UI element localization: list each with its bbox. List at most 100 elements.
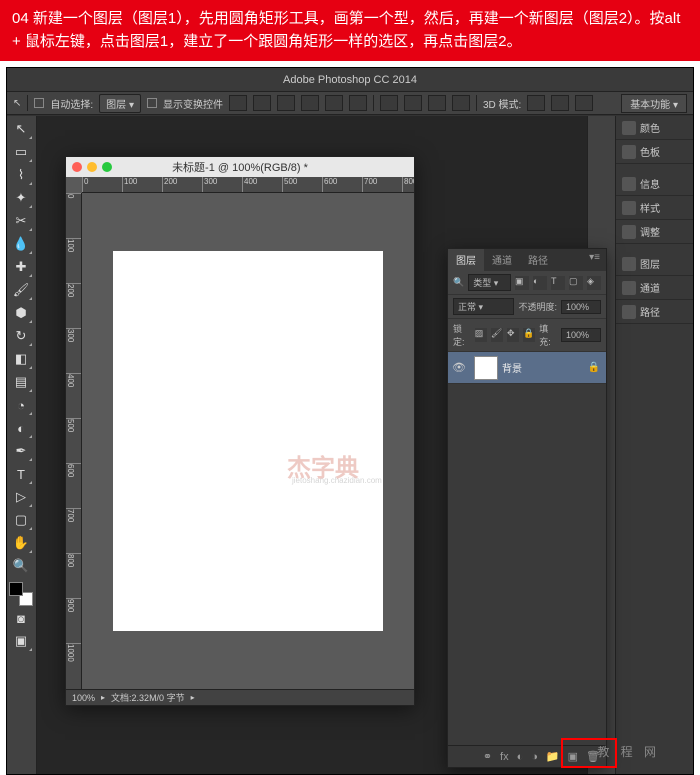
align-icon[interactable] xyxy=(253,95,271,111)
document-statusbar: 100% ▸ 文档:2.32M/0 字节 ▸ xyxy=(66,689,414,705)
quick-mask-toggle[interactable]: ◙ xyxy=(9,607,33,629)
tab-channels[interactable]: 通道 xyxy=(484,249,520,271)
show-transform-label: 显示变换控件 xyxy=(163,96,223,111)
options-bar: ↖ 自动选择: 图层 ▾ 显示变换控件 3D 模式: 基本功能 ▾ xyxy=(7,91,693,115)
path-select-tool[interactable]: ▷ xyxy=(9,486,33,508)
pen-tool[interactable]: ✒ xyxy=(9,440,33,462)
brush-tool[interactable]: 🖌 xyxy=(9,279,33,301)
filter-kind-icon[interactable]: ◈ xyxy=(587,276,601,290)
filter-kind-icon[interactable]: ▣ xyxy=(515,276,529,290)
lock-pixels-icon[interactable]: 🖌 xyxy=(491,328,503,342)
filter-type-dropdown[interactable]: 类型 ▾ xyxy=(468,274,511,291)
filter-search-icon[interactable]: 🔍 xyxy=(453,277,464,288)
canvas[interactable] xyxy=(113,251,383,631)
dock-info[interactable]: 信息 xyxy=(616,172,693,196)
opacity-input[interactable]: 100% xyxy=(561,300,601,314)
align-icon[interactable] xyxy=(325,95,343,111)
document-window: 未标题-1 @ 100%(RGB/8) * 010020030040050060… xyxy=(65,156,415,706)
dock-channels[interactable]: 通道 xyxy=(616,276,693,300)
dock-adjust[interactable]: 调整 xyxy=(616,220,693,244)
workspace-switcher[interactable]: 基本功能 ▾ xyxy=(621,94,687,113)
lasso-tool[interactable]: ⌇ xyxy=(9,164,33,186)
link-layers-icon[interactable]: ⚭ xyxy=(483,750,492,763)
layer-thumbnail[interactable] xyxy=(474,356,498,380)
layers-icon xyxy=(622,257,636,271)
right-dock: 颜色 色板 信息 样式 调整 图层 通道 路径 xyxy=(615,116,693,774)
watermark-url: jietoshang.chazidian.com xyxy=(292,476,382,485)
align-icon[interactable] xyxy=(301,95,319,111)
mode3d-icon[interactable] xyxy=(575,95,593,111)
layer-mask-icon[interactable]: ◐ xyxy=(517,751,524,763)
history-brush-tool[interactable]: ↻ xyxy=(9,325,33,347)
dock-layers[interactable]: 图层 xyxy=(616,252,693,276)
eraser-tool[interactable]: ◧ xyxy=(9,348,33,370)
fill-input[interactable]: 100% xyxy=(561,328,601,342)
document-size: 文档:2.32M/0 字节 xyxy=(111,691,185,704)
distribute-icon[interactable] xyxy=(428,95,446,111)
distribute-icon[interactable] xyxy=(380,95,398,111)
lock-all-icon[interactable]: 🔒 xyxy=(523,328,535,342)
dock-swatches[interactable]: 色板 xyxy=(616,140,693,164)
dock-paths[interactable]: 路径 xyxy=(616,300,693,324)
distribute-icon[interactable] xyxy=(452,95,470,111)
dodge-tool[interactable]: ◐ xyxy=(9,417,33,439)
mode3d-icon[interactable] xyxy=(551,95,569,111)
blur-tool[interactable]: ◔ xyxy=(9,394,33,416)
info-icon xyxy=(622,177,636,191)
visibility-toggle-icon[interactable]: 👁 xyxy=(448,361,470,374)
color-swatches[interactable] xyxy=(9,582,33,606)
align-icon[interactable] xyxy=(229,95,247,111)
mode3d-icon[interactable] xyxy=(527,95,545,111)
align-icon[interactable] xyxy=(277,95,295,111)
filter-kind-icon[interactable]: ◐ xyxy=(533,276,547,290)
zoom-arrow-icon[interactable]: ▸ xyxy=(101,693,105,702)
status-arrow-icon[interactable]: ▸ xyxy=(191,693,195,702)
panel-tabs: 图层 通道 路径 ▾≡ xyxy=(448,249,606,271)
hand-tool[interactable]: ✋ xyxy=(9,532,33,554)
canvas-area: 未标题-1 @ 100%(RGB/8) * 010020030040050060… xyxy=(37,116,587,774)
app-title: Adobe Photoshop CC 2014 xyxy=(7,71,693,89)
auto-select-checkbox[interactable] xyxy=(34,98,44,108)
lock-icon[interactable]: 🔒 xyxy=(588,362,600,373)
zoom-level[interactable]: 100% xyxy=(72,693,95,703)
tab-layers[interactable]: 图层 xyxy=(448,249,484,271)
dock-color[interactable]: 颜色 xyxy=(616,116,693,140)
align-icon[interactable] xyxy=(349,95,367,111)
gradient-tool[interactable]: ▤ xyxy=(9,371,33,393)
lock-position-icon[interactable]: ✥ xyxy=(507,328,519,342)
magic-wand-tool[interactable]: ✦ xyxy=(9,187,33,209)
zoom-tool[interactable]: 🔍 xyxy=(9,555,33,577)
group-icon[interactable]: 📁 xyxy=(546,750,560,763)
photoshop-window: Adobe Photoshop CC 2014 ↖ 自动选择: 图层 ▾ 显示变… xyxy=(6,67,694,775)
fill-label: 填充: xyxy=(539,322,557,348)
stamp-tool[interactable]: ⬢ xyxy=(9,302,33,324)
screen-mode-toggle[interactable]: ▣ xyxy=(9,630,33,652)
lock-transparency-icon[interactable]: ▨ xyxy=(475,328,487,342)
dock-styles[interactable]: 样式 xyxy=(616,196,693,220)
canvas-viewport[interactable] xyxy=(82,193,414,689)
healing-tool[interactable]: ✚ xyxy=(9,256,33,278)
filter-kind-icon[interactable]: T xyxy=(551,276,565,290)
auto-select-dropdown[interactable]: 图层 ▾ xyxy=(99,94,141,113)
filter-kind-icon[interactable]: ▢ xyxy=(569,276,583,290)
layer-name[interactable]: 背景 xyxy=(502,360,588,375)
panel-menu-icon[interactable]: ▾≡ xyxy=(583,249,606,271)
type-tool[interactable]: T xyxy=(9,463,33,485)
ruler-vertical: 01002003004005006007008009001000 xyxy=(66,193,82,689)
foreground-color[interactable] xyxy=(9,582,23,596)
toolbox: ↖ ▭ ⌇ ✦ ✂ 💧 ✚ 🖌 ⬢ ↻ ◧ ▤ ◔ ◐ ✒ T ▷ ▢ ✋ 🔍 … xyxy=(7,116,37,774)
adjustment-layer-icon[interactable]: ◑ xyxy=(531,751,538,763)
crop-tool[interactable]: ✂ xyxy=(9,210,33,232)
show-transform-checkbox[interactable] xyxy=(147,98,157,108)
distribute-icon[interactable] xyxy=(404,95,422,111)
blend-mode-dropdown[interactable]: 正常 ▾ xyxy=(453,298,514,315)
eyedropper-tool[interactable]: 💧 xyxy=(9,233,33,255)
marquee-tool[interactable]: ▭ xyxy=(9,141,33,163)
ruler-horizontal: 0100200300400500600700800 xyxy=(82,177,414,193)
move-tool[interactable]: ↖ xyxy=(9,118,33,140)
layer-list: 👁 背景 🔒 xyxy=(448,352,606,752)
layer-item-background[interactable]: 👁 背景 🔒 xyxy=(448,352,606,384)
layer-style-icon[interactable]: fx xyxy=(500,751,509,763)
tab-paths[interactable]: 路径 xyxy=(520,249,556,271)
shape-tool[interactable]: ▢ xyxy=(9,509,33,531)
